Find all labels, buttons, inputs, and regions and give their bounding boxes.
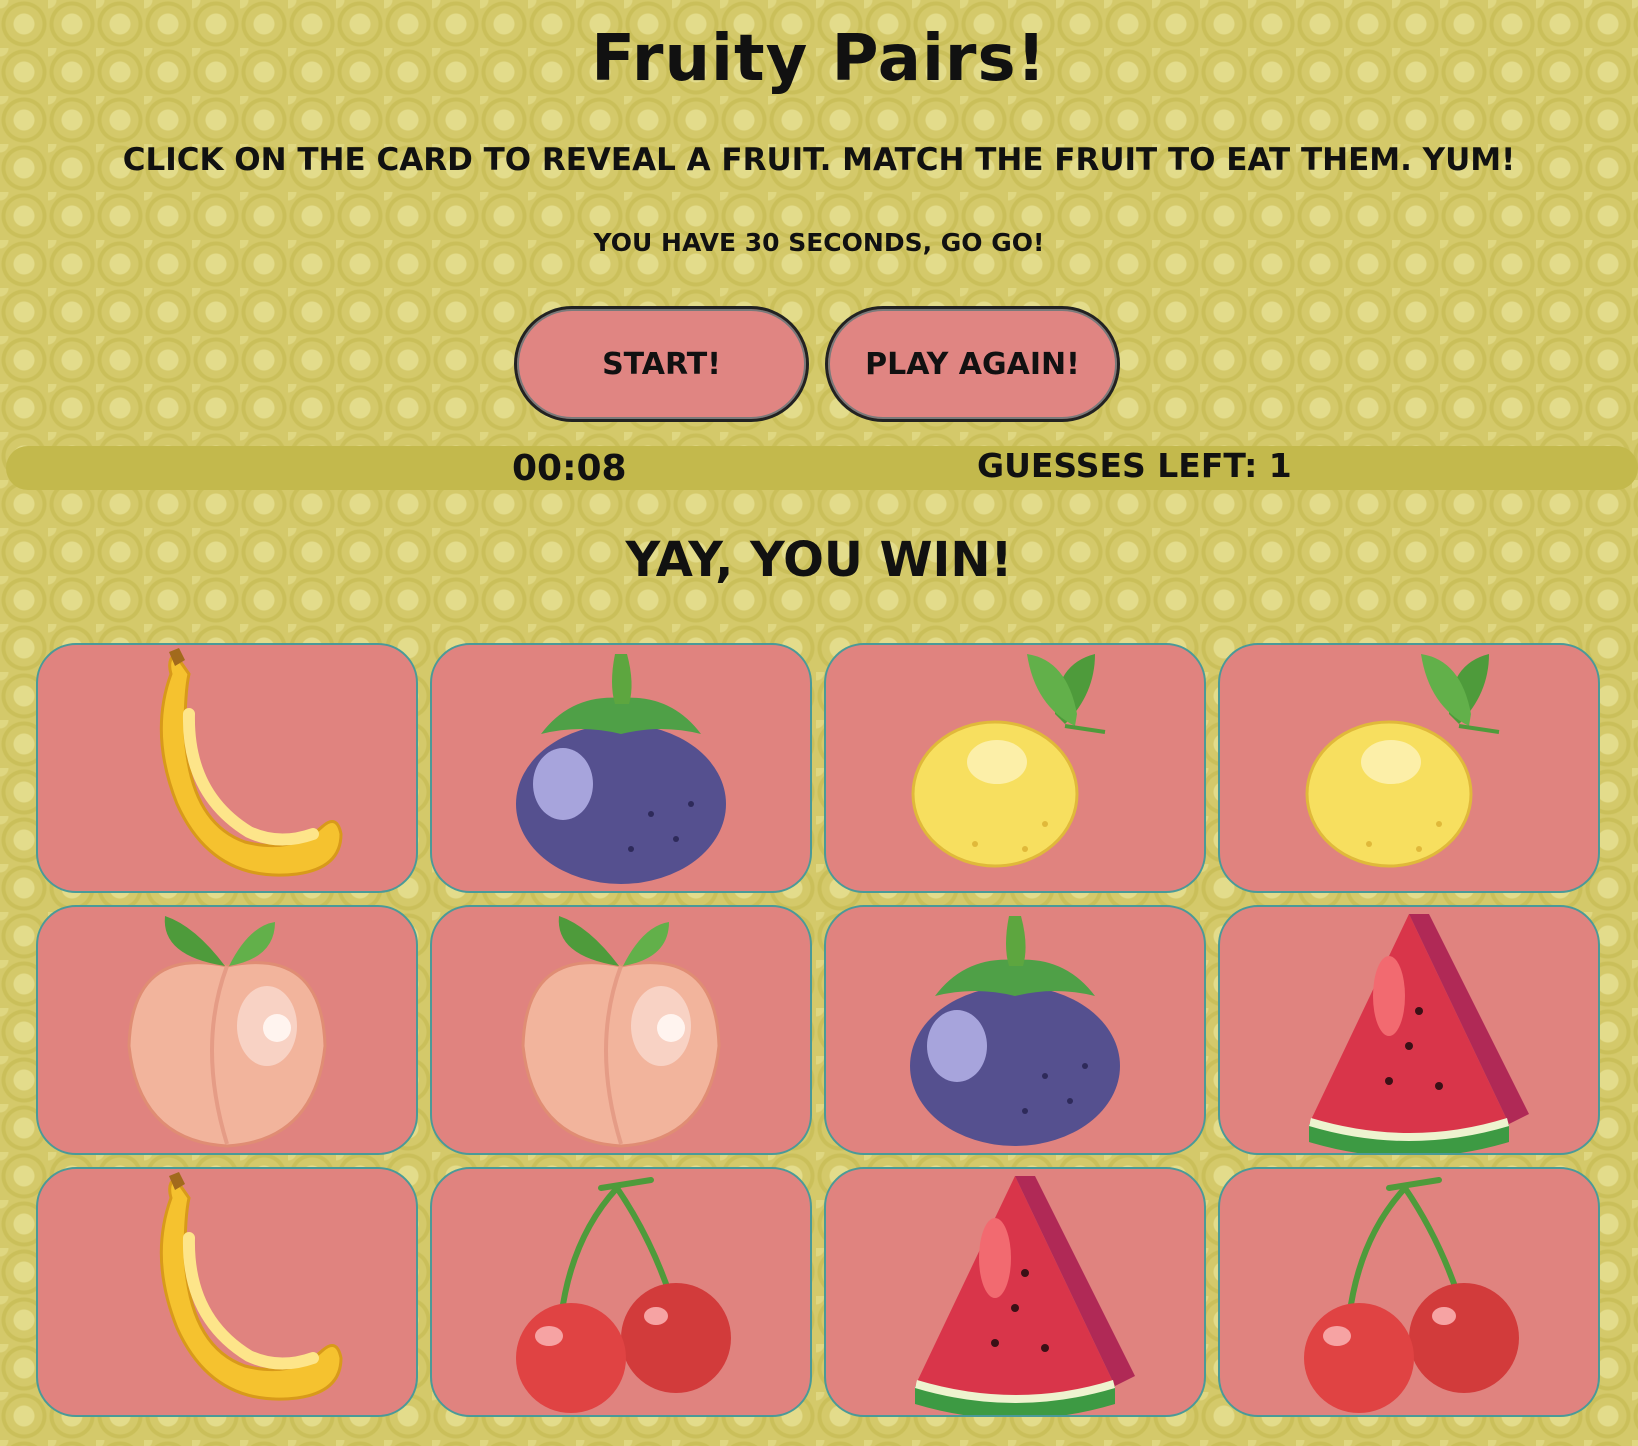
- watermelon-icon: [1279, 907, 1539, 1153]
- timer-display: 00:08: [512, 448, 627, 489]
- card-2[interactable]: [430, 643, 812, 893]
- peach-icon: [491, 907, 751, 1153]
- banana-icon: [97, 1169, 357, 1415]
- card-5[interactable]: [36, 905, 418, 1155]
- cherry-icon: [1279, 1169, 1539, 1415]
- watermelon-icon: [885, 1169, 1145, 1415]
- card-grid: [36, 643, 1600, 1417]
- card-1[interactable]: [36, 643, 418, 893]
- card-8[interactable]: [1218, 905, 1600, 1155]
- start-button[interactable]: START!: [514, 306, 809, 422]
- card-10[interactable]: [430, 1167, 812, 1417]
- play-again-button[interactable]: PLAY AGAIN!: [825, 306, 1120, 422]
- peach-icon: [97, 907, 357, 1153]
- card-7[interactable]: [824, 905, 1206, 1155]
- status-bar: [6, 446, 1638, 490]
- lemon-icon: [885, 645, 1145, 891]
- banana-icon: [97, 645, 357, 891]
- card-11[interactable]: [824, 1167, 1206, 1417]
- card-9[interactable]: [36, 1167, 418, 1417]
- game-title: Fruity Pairs!: [591, 22, 1047, 96]
- instructions-text: CLICK ON THE CARD TO REVEAL A FRUIT. MAT…: [122, 142, 1516, 178]
- mangosteen-icon: [491, 645, 751, 891]
- guesses-left-display: GUESSES LEFT: 1: [977, 446, 1292, 485]
- result-message: YAY, YOU WIN!: [625, 532, 1013, 588]
- card-6[interactable]: [430, 905, 812, 1155]
- lemon-icon: [1279, 645, 1539, 891]
- time-limit-text: YOU HAVE 30 SECONDS, GO GO!: [593, 228, 1045, 257]
- cherry-icon: [491, 1169, 751, 1415]
- card-4[interactable]: [1218, 643, 1600, 893]
- card-12[interactable]: [1218, 1167, 1600, 1417]
- mangosteen-icon: [885, 907, 1145, 1153]
- card-3[interactable]: [824, 643, 1206, 893]
